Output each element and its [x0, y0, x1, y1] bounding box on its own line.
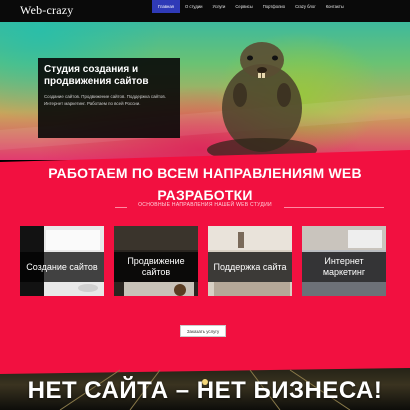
service-card-label: Продвижение сайтов: [114, 252, 198, 282]
service-card-support[interactable]: Поддержка сайта: [208, 226, 292, 296]
nav-item-contacts[interactable]: Контакты: [321, 0, 349, 13]
service-card-label: Интернет маркетинг: [302, 252, 386, 282]
services-section: РАБОТАЕМ ПО ВСЕМ НАПРАВЛЕНИЯМ WEB РАЗРАБ…: [0, 150, 410, 360]
nav-item-about[interactable]: О студии: [180, 0, 208, 13]
services-title: РАБОТАЕМ ПО ВСЕМ НАПРАВЛЕНИЯМ WEB РАЗРАБ…: [48, 165, 362, 203]
nav-item-portfolio[interactable]: Портфолио: [258, 0, 290, 13]
hero-title: Студия создания и продвижения сайтов: [44, 64, 149, 87]
service-card-promotion[interactable]: Продвижение сайтов: [114, 226, 198, 296]
service-card-marketing[interactable]: Интернет маркетинг: [302, 226, 386, 296]
main-nav: Главная О студии Услуги Сервисы Портфоли…: [152, 0, 349, 14]
service-card-label: Поддержка сайта: [208, 252, 292, 282]
hero-caption-box: Студия создания и продвижения сайтов Соз…: [38, 58, 180, 138]
bottom-banner: НЕТ САЙТА – НЕТ БИЗНЕСА!: [0, 360, 410, 410]
nav-item-services[interactable]: Услуги: [208, 0, 231, 13]
hero-description: Создание сайтов. Продвижение сайтов. Под…: [44, 94, 166, 106]
top-header: Web-crazy Главная О студии Услуги Сервис…: [0, 0, 410, 22]
banner-title: НЕТ САЙТА – НЕТ БИЗНЕСА!: [27, 377, 383, 404]
services-subtitle: ОСНОВНЫЕ НАПРАВЛЕНИЯ НАШЕЙ WEB СТУДИИ: [138, 202, 272, 208]
nav-item-blog[interactable]: Crazy блог: [290, 0, 321, 13]
nav-item-tools[interactable]: Сервисы: [230, 0, 257, 13]
site-logo[interactable]: Web-crazy: [20, 3, 73, 18]
service-card-label: Создание сайтов: [20, 252, 104, 282]
service-card-creation[interactable]: Создание сайтов: [20, 226, 104, 296]
order-service-button[interactable]: Заказать услугу: [180, 325, 226, 337]
nav-item-home[interactable]: Главная: [152, 0, 180, 13]
